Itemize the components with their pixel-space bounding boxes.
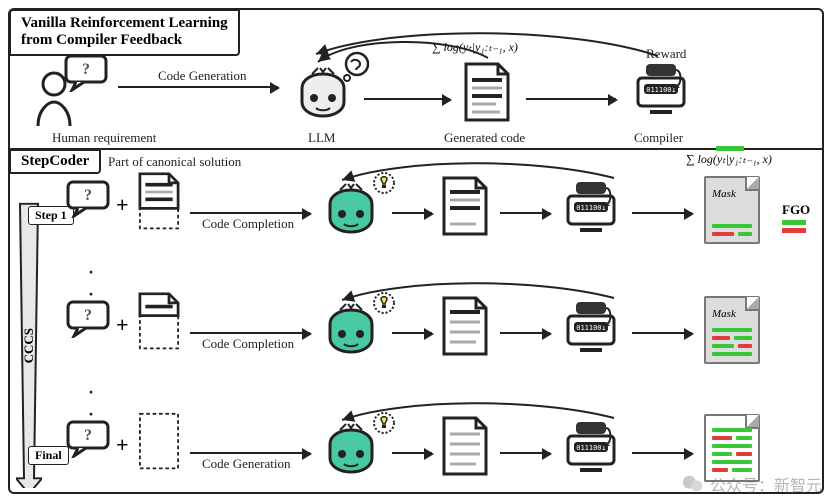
compiler-icon: 0111001: [630, 62, 692, 123]
stepcoder-title: StepCoder: [9, 149, 101, 174]
svg-text:?: ?: [84, 427, 92, 444]
mask-icon: Mask: [704, 296, 760, 364]
vanilla-title-line2: from Compiler Feedback: [21, 32, 228, 49]
compiler-icon: 0111001: [560, 420, 622, 481]
generated-code-icon: [440, 416, 490, 481]
partial-solution-icon: [134, 292, 184, 357]
question-bubble-icon: ?: [64, 54, 108, 97]
code-generation-label: Code Generation: [158, 68, 246, 84]
cccs-label: CCCS: [21, 328, 37, 363]
svg-text:?: ?: [84, 307, 92, 324]
svg-text:0111001: 0111001: [576, 204, 606, 212]
svg-text:0111001: 0111001: [576, 444, 606, 452]
compiler-label: Compiler: [634, 130, 683, 146]
mask-icon: Mask: [704, 176, 760, 244]
compiler-icon: 0111001: [560, 180, 622, 241]
cccs-arrow: CCCS: [16, 198, 42, 488]
partial-solution-icon: [134, 172, 184, 237]
generated-code-label: Generated code: [444, 130, 525, 146]
arrow-code-to-compiler: [526, 98, 616, 100]
question-bubble-icon: ?: [66, 300, 110, 343]
vanilla-title-line1: Vanilla Reinforcement Learning: [21, 15, 228, 32]
empty-solution-icon: [134, 412, 184, 477]
step-final-badge: Final: [28, 446, 69, 465]
action-label: Code Completion: [202, 216, 294, 232]
action-label: Code Generation: [202, 456, 290, 472]
generated-code-icon: [440, 296, 490, 361]
vanilla-title: Vanilla Reinforcement Learning from Comp…: [9, 9, 240, 56]
watermark: 公众号：新智元: [682, 472, 822, 496]
generated-code-icon: [462, 62, 512, 127]
log-formula-2: ∑ log(yₜ|y₁:ₜ₋₁, x): [686, 152, 772, 167]
vanilla-panel: Vanilla Reinforcement Learning from Comp…: [10, 10, 822, 150]
fgo-label: FGO: [782, 202, 810, 218]
question-bubble-icon: ?: [66, 420, 110, 463]
arrow-llm-to-code: [364, 98, 450, 100]
arrow-compiler-to-llm: [310, 32, 670, 62]
action-label: Code Completion: [202, 336, 294, 352]
svg-text:0111001: 0111001: [646, 86, 676, 94]
compiler-icon: 0111001: [560, 300, 622, 361]
arrow-human-to-llm: [118, 86, 278, 88]
part-label: Part of canonical solution: [108, 154, 241, 170]
svg-text:0111001: 0111001: [576, 324, 606, 332]
svg-text:?: ?: [82, 61, 90, 78]
human-label: Human requirement: [52, 130, 156, 146]
question-bubble-icon: ?: [66, 180, 110, 223]
stepcoder-panel: StepCoder Part of canonical solution ∑ l…: [10, 150, 822, 492]
llm-label: LLM: [308, 130, 335, 146]
svg-text:?: ?: [84, 187, 92, 204]
generated-code-icon: [440, 176, 490, 241]
